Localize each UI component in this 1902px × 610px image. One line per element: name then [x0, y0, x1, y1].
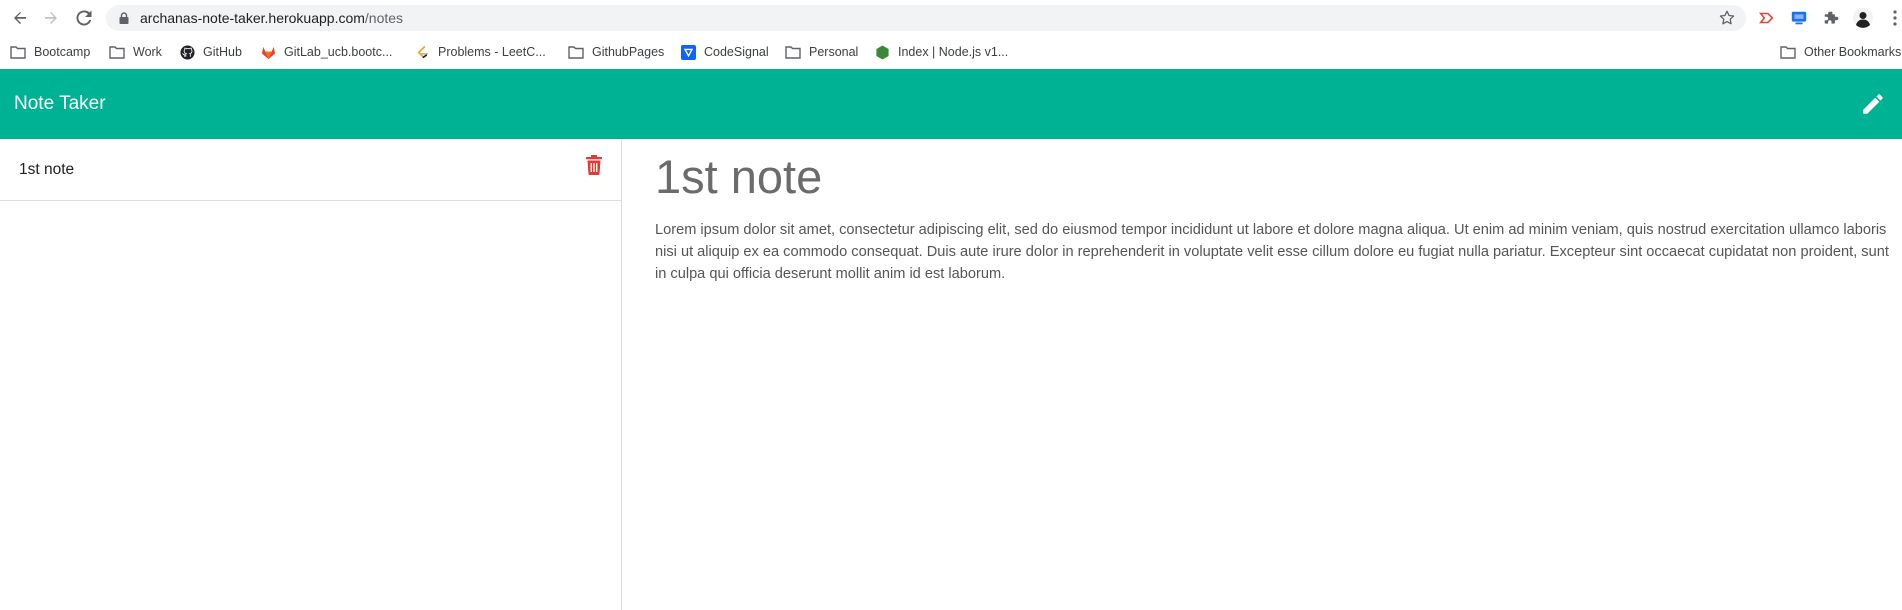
- bookmark-gitlab[interactable]: GitLab_ucb.bootc...: [260, 42, 392, 62]
- folder-icon: [109, 44, 125, 60]
- extensions-puzzle-icon[interactable]: [1821, 8, 1841, 28]
- bookmark-star-icon[interactable]: [1718, 9, 1736, 27]
- note-list: 1st note: [0, 139, 622, 610]
- reload-icon: [76, 10, 92, 26]
- new-note-pencil-icon[interactable]: [1860, 91, 1886, 117]
- bookmarks-bar: Bootcamp Work GitHub GitLab_ucb.bootc...…: [0, 36, 1902, 68]
- extension-screen-icon[interactable]: [1789, 8, 1809, 28]
- arrow-left-icon: [14, 12, 26, 24]
- codesignal-icon: [680, 44, 696, 60]
- bookmark-githubpages[interactable]: GithubPages: [568, 42, 664, 62]
- url-text: archanas-note-taker.herokuapp.com/notes: [140, 10, 403, 26]
- bookmark-label: Problems - LeetC...: [438, 45, 546, 59]
- bookmark-label: GitHub: [203, 45, 242, 59]
- note-text-field[interactable]: Lorem ipsum dolor sit amet, consectetur …: [655, 219, 1897, 285]
- bookmark-label: Work: [133, 45, 162, 59]
- list-item[interactable]: 1st note: [0, 139, 622, 201]
- bookmark-bootcamp[interactable]: Bootcamp: [10, 42, 90, 62]
- note-title-field[interactable]: 1st note: [655, 149, 822, 204]
- bookmark-label: Bootcamp: [34, 45, 91, 59]
- bookmark-label: Other Bookmarks: [1804, 45, 1902, 59]
- arrow-right-icon: [45, 12, 57, 24]
- bookmark-nodejs[interactable]: Index | Node.js v1...: [874, 42, 1008, 62]
- url-path: /notes: [364, 10, 404, 26]
- note-editor: 1st note Lorem ipsum dolor sit amet, con…: [623, 139, 1902, 610]
- folder-icon: [10, 44, 26, 60]
- address-bar[interactable]: archanas-note-taker.herokuapp.com/notes: [106, 5, 1746, 31]
- extension-cast-icon[interactable]: [1757, 8, 1777, 28]
- browser-toolbar: archanas-note-taker.herokuapp.com/notes: [0, 0, 1902, 36]
- back-button[interactable]: [10, 8, 30, 28]
- folder-icon: [1780, 44, 1796, 60]
- bookmark-github[interactable]: GitHub: [179, 42, 242, 62]
- bookmark-label: GithubPages: [592, 45, 665, 59]
- forward-button[interactable]: [41, 8, 61, 28]
- reload-button[interactable]: [74, 8, 94, 28]
- note-list-title: 1st note: [19, 161, 75, 178]
- bookmark-personal[interactable]: Personal: [785, 42, 858, 62]
- bookmark-other[interactable]: Other Bookmarks: [1780, 42, 1901, 62]
- url-host: archanas-note-taker.herokuapp.com: [140, 10, 365, 26]
- profile-avatar[interactable]: [1853, 8, 1873, 28]
- bookmark-label: GitLab_ucb.bootc...: [284, 45, 393, 59]
- leetcode-icon: [414, 44, 430, 60]
- bookmark-label: Index | Node.js v1...: [898, 45, 1009, 59]
- folder-icon: [785, 44, 801, 60]
- bookmark-codesignal[interactable]: CodeSignal: [680, 42, 769, 62]
- lock-icon: [119, 12, 129, 24]
- browser-menu-icon[interactable]: [1885, 8, 1902, 28]
- bookmark-work[interactable]: Work: [109, 42, 162, 62]
- gitlab-icon: [260, 44, 276, 60]
- nodejs-icon: [874, 44, 890, 60]
- app-header: Note Taker: [0, 69, 1902, 139]
- bookmark-leetcode[interactable]: Problems - LeetC...: [414, 42, 546, 62]
- github-icon: [179, 44, 195, 60]
- bookmark-label: CodeSignal: [704, 45, 769, 59]
- app-title[interactable]: Note Taker: [14, 93, 106, 115]
- bookmark-label: Personal: [809, 45, 859, 59]
- folder-icon: [568, 44, 584, 60]
- trash-icon[interactable]: [585, 155, 603, 175]
